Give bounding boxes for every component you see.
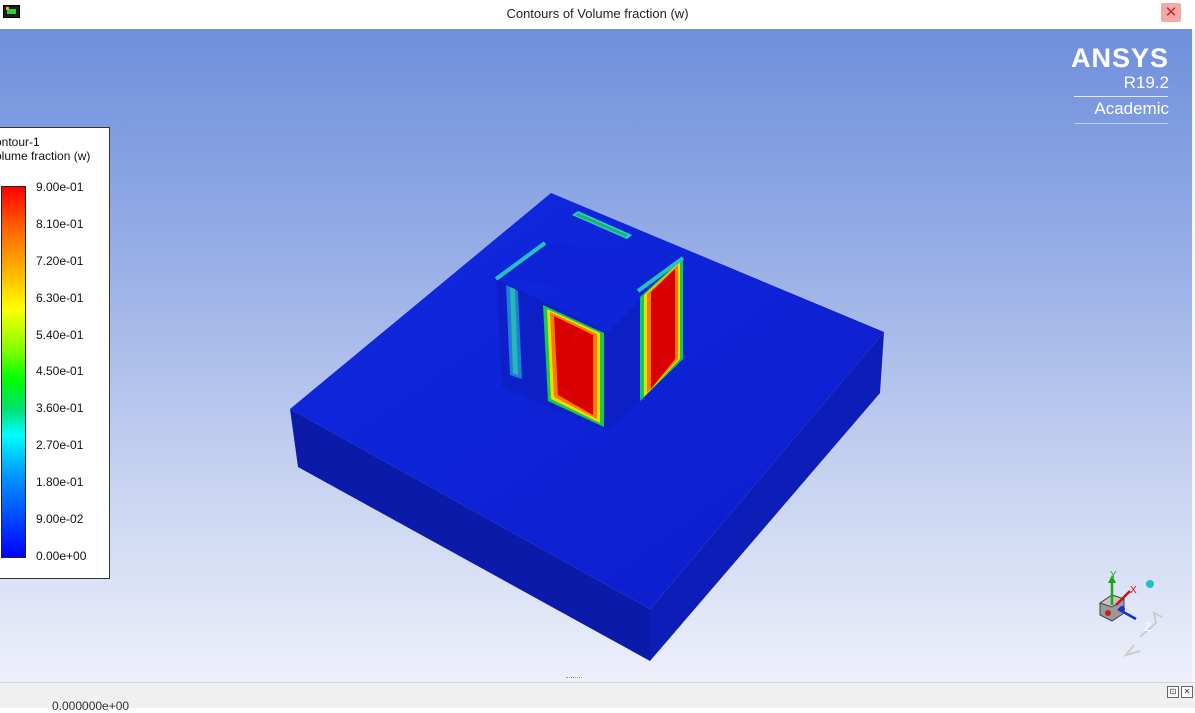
logo-edition: Academic — [1094, 99, 1169, 118]
legend-tick: 7.20e-01 — [36, 254, 84, 268]
restore-button[interactable]: ⊡ — [1167, 686, 1179, 698]
legend-title: ontour-1 olume fraction (w) — [0, 135, 91, 163]
legend-tick: 2.70e-01 — [36, 438, 84, 452]
contour-geometry — [290, 193, 884, 661]
title-bar: Contours of Volume fraction (w) ✕ — [0, 0, 1195, 29]
logo-brand: ANSYS — [1070, 43, 1169, 73]
legend-tick: 9.00e-01 — [36, 180, 84, 194]
graphics-viewport[interactable]: ontour-1 olume fraction (w) 9.00e-01 8.1… — [0, 29, 1195, 682]
legend-tick: 5.40e-01 — [36, 328, 84, 342]
contour-legend: ontour-1 olume fraction (w) 9.00e-01 8.1… — [0, 127, 110, 579]
bottom-strip: 0.000000e+00 ⊡ ✕ — [0, 677, 1195, 713]
legend-tick: 9.00e-02 — [36, 512, 84, 526]
legend-tick: 4.50e-01 — [36, 364, 84, 378]
svg-text:Z: Z — [1144, 620, 1151, 634]
legend-tick: 0.00e+00 — [36, 549, 87, 563]
window-title: Contours of Volume fraction (w) — [506, 6, 689, 21]
axis-triad-icon[interactable]: Y X Z — [1090, 569, 1170, 659]
legend-tick: 1.80e-01 — [36, 475, 84, 489]
svg-text:X: X — [1130, 585, 1137, 596]
logo-release: R19.2 — [1123, 73, 1169, 92]
panel-close-button[interactable]: ✕ — [1181, 686, 1193, 698]
legend-tick: 8.10e-01 — [36, 217, 84, 231]
legend-colorbar — [1, 186, 26, 558]
close-button[interactable]: ✕ — [1161, 3, 1181, 22]
legend-tick: 3.60e-01 — [36, 401, 84, 415]
resize-grip[interactable] — [566, 677, 582, 681]
legend-tick: 6.30e-01 — [36, 291, 84, 305]
bottom-value-text: 0.000000e+00 — [52, 699, 130, 713]
svg-text:Y: Y — [1110, 570, 1117, 581]
